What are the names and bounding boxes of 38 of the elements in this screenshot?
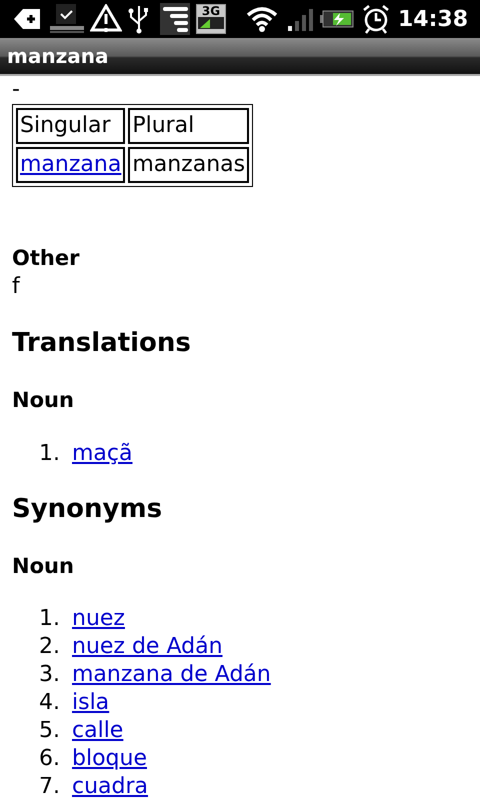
- alarm-clock-icon: [362, 4, 390, 34]
- back-tag-icon: [14, 8, 40, 30]
- table-header-cell: Singular: [16, 108, 126, 144]
- dash-text: -: [12, 81, 20, 99]
- usb-icon: [128, 4, 150, 34]
- word-link[interactable]: nuez de Adán: [72, 634, 223, 659]
- table-cell: manzanas: [128, 147, 250, 183]
- word-link[interactable]: bloque: [72, 746, 147, 771]
- word-link[interactable]: manzana de Adán: [72, 662, 271, 687]
- subsection-heading: Noun: [12, 553, 74, 580]
- word-link[interactable]: maçã: [72, 441, 132, 466]
- word-link[interactable]: nuez: [72, 606, 125, 631]
- gender-text: f: [12, 274, 20, 299]
- signal-icon: [288, 7, 314, 31]
- word-link[interactable]: calle: [72, 718, 124, 743]
- notification-stack-icon: [160, 3, 190, 35]
- subsection-heading: Noun: [12, 387, 74, 414]
- section-heading: Translations: [12, 327, 191, 360]
- list-number: 2.: [38, 633, 60, 661]
- download-done-icon: [50, 4, 84, 34]
- section-heading: Other: [12, 245, 80, 272]
- list-number: 7.: [38, 773, 60, 800]
- section-heading: Synonyms: [12, 493, 162, 526]
- word-link[interactable]: cuadra: [72, 774, 148, 799]
- battery-charging-icon: [320, 10, 354, 28]
- table-header-cell: Plural: [128, 108, 250, 144]
- wifi-icon: [246, 6, 278, 32]
- list-number: 3.: [38, 661, 60, 689]
- page-title: manzana: [6, 43, 110, 70]
- list-number: 1.: [38, 440, 60, 468]
- list-number: 4.: [38, 689, 60, 717]
- network-3g-icon: 3G: [196, 4, 226, 34]
- word-link[interactable]: isla: [72, 690, 110, 715]
- list-number: 1.: [38, 605, 60, 633]
- list-number: 6.: [38, 745, 60, 773]
- list-number: 5.: [38, 717, 60, 745]
- clock-time: 14:38: [398, 6, 468, 32]
- warning-icon: [90, 4, 122, 34]
